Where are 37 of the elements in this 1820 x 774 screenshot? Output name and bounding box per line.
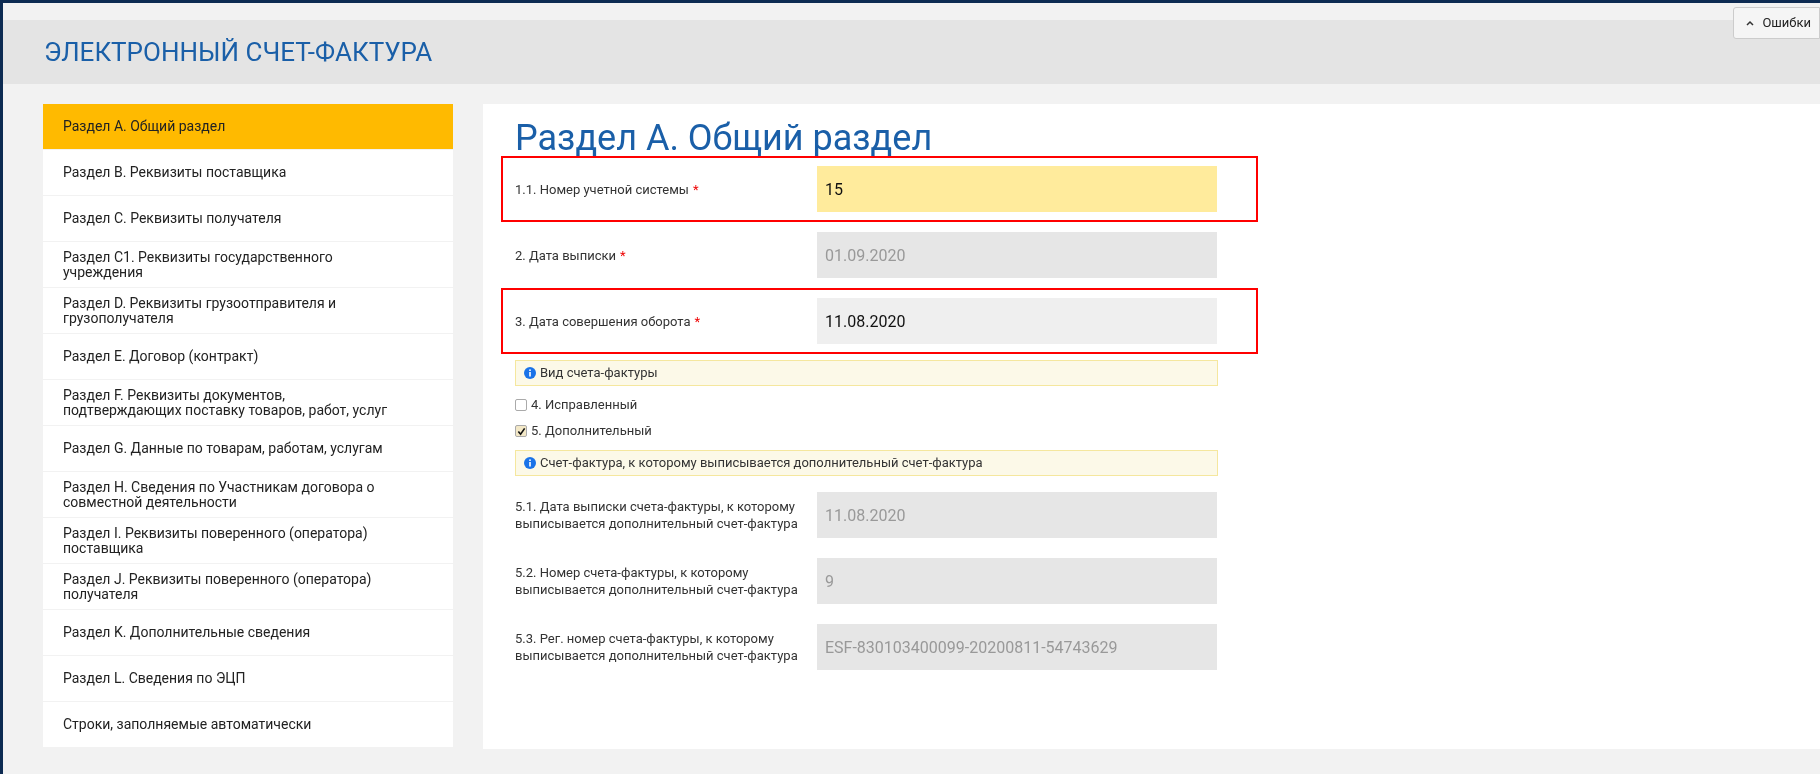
sidebar-item[interactable]: Раздел E. Договор (контракт): [43, 334, 453, 379]
input-field[interactable]: 15: [817, 166, 1217, 212]
sidebar-item[interactable]: Раздел J. Реквизиты поверенного (оператора) получателя: [43, 564, 453, 609]
sidebar-item[interactable]: Строки, заполняемые автоматически: [43, 702, 453, 747]
sidebar-item[interactable]: Раздел G. Данные по товарам, работам, услугам: [43, 426, 453, 471]
caret-up-icon: [1746, 20, 1755, 26]
field-label: 5.1. Дата выписки счета-фактуры, к которому выписывается дополнительный счет-фактура: [515, 499, 798, 531]
info-text: Счет-фактура, к которому выписывается дополнительный счет-фактура: [540, 454, 983, 473]
required-mark: *: [694, 313, 701, 329]
sidebar-item[interactable]: Раздел F. Реквизиты документов, подтверждающих поставку товаров, работ, услуг: [43, 380, 453, 425]
sidebar-item[interactable]: Раздел C1. Реквизиты государственного учреждения: [43, 242, 453, 287]
sidebar-item[interactable]: Раздел A. Общий раздел: [43, 104, 453, 149]
info-icon: [524, 457, 536, 469]
errors-button[interactable]: Ошибки: [1733, 7, 1820, 39]
required-mark: *: [692, 181, 699, 197]
field-label: 5.2. Номер счета-фактуры, к которому выписывается дополнительный счет-фактура: [515, 565, 798, 597]
field-label: 5.3. Рег. номер счета-фактуры, к которому выписывается дополнительный счет-фактура: [515, 631, 798, 663]
info-text: Вид счета-фактуры: [540, 364, 658, 383]
input-field[interactable]: 11.08.2020: [817, 298, 1217, 344]
checkbox-label: 5. Дополнительный: [531, 422, 652, 441]
checkbox[interactable]: [515, 425, 527, 437]
required-mark: *: [620, 247, 626, 263]
sidebar-item[interactable]: Раздел C. Реквизиты получателя: [43, 196, 453, 241]
sidebar-item[interactable]: Раздел D. Реквизиты грузоотправителя и грузополучателя: [43, 288, 453, 333]
section-title: Раздел A. Общий раздел: [515, 116, 934, 160]
sidebar-item[interactable]: Раздел I. Реквизиты поверенного (оператора) поставщика: [43, 518, 453, 563]
sidebar-item[interactable]: Раздел L. Сведения по ЭЦП: [43, 656, 453, 701]
checkbox-label: 4. Исправленный: [531, 396, 638, 415]
sidebar-item[interactable]: Раздел K. Дополнительные сведения: [43, 610, 453, 655]
field-label: 3. Дата совершения оборота: [515, 313, 691, 329]
sidebar-item[interactable]: Раздел B. Реквизиты поставщика: [43, 150, 453, 195]
checkbox[interactable]: [515, 399, 527, 411]
field-label: 2. Дата выписки: [515, 247, 617, 263]
sidebar-item[interactable]: Раздел H. Сведения по Участникам договора о совместной деятельности: [43, 472, 453, 517]
info-icon: [524, 367, 536, 379]
app-title: ЭЛЕКТРОННЫЙ СЧЕТ-ФАКТУРА: [44, 35, 433, 69]
field-label: 1.1. Номер учетной системы: [515, 181, 689, 197]
